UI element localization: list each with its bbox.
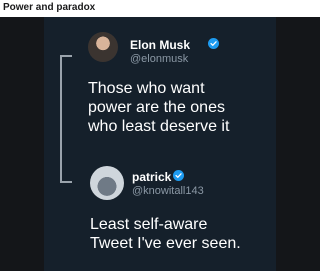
verified-badge-icon bbox=[173, 170, 184, 181]
tweet-text-line: Tweet I've ever seen. bbox=[90, 235, 241, 252]
avatar bbox=[88, 32, 118, 62]
tweet-text-line: who least deserve it bbox=[88, 118, 230, 135]
tweet-author-name: patrick bbox=[132, 170, 172, 184]
tweet-author-name: Elon Musk bbox=[130, 38, 191, 52]
image-background-left bbox=[0, 17, 44, 271]
thread-bracket-top bbox=[60, 55, 72, 57]
tweet-author-handle: @knowitall143 bbox=[132, 185, 204, 197]
tweet-text-line: power are the ones bbox=[88, 99, 225, 116]
thread-bracket-line bbox=[60, 55, 62, 183]
tweet-text: Those who want power are the ones who le… bbox=[88, 79, 268, 136]
thread-bracket-bottom bbox=[60, 181, 72, 183]
tweet-text: Least self-aware Tweet I've ever seen. bbox=[90, 215, 270, 253]
tweet-text-line: Least self-aware bbox=[90, 216, 208, 233]
image-background-right bbox=[276, 17, 320, 271]
tweet-text-line: Those who want bbox=[88, 80, 205, 97]
verified-badge-icon bbox=[208, 38, 219, 49]
avatar bbox=[90, 166, 124, 200]
tweet-author-handle: @elonmusk bbox=[130, 53, 189, 65]
post-title[interactable]: Power and paradox bbox=[3, 2, 95, 13]
